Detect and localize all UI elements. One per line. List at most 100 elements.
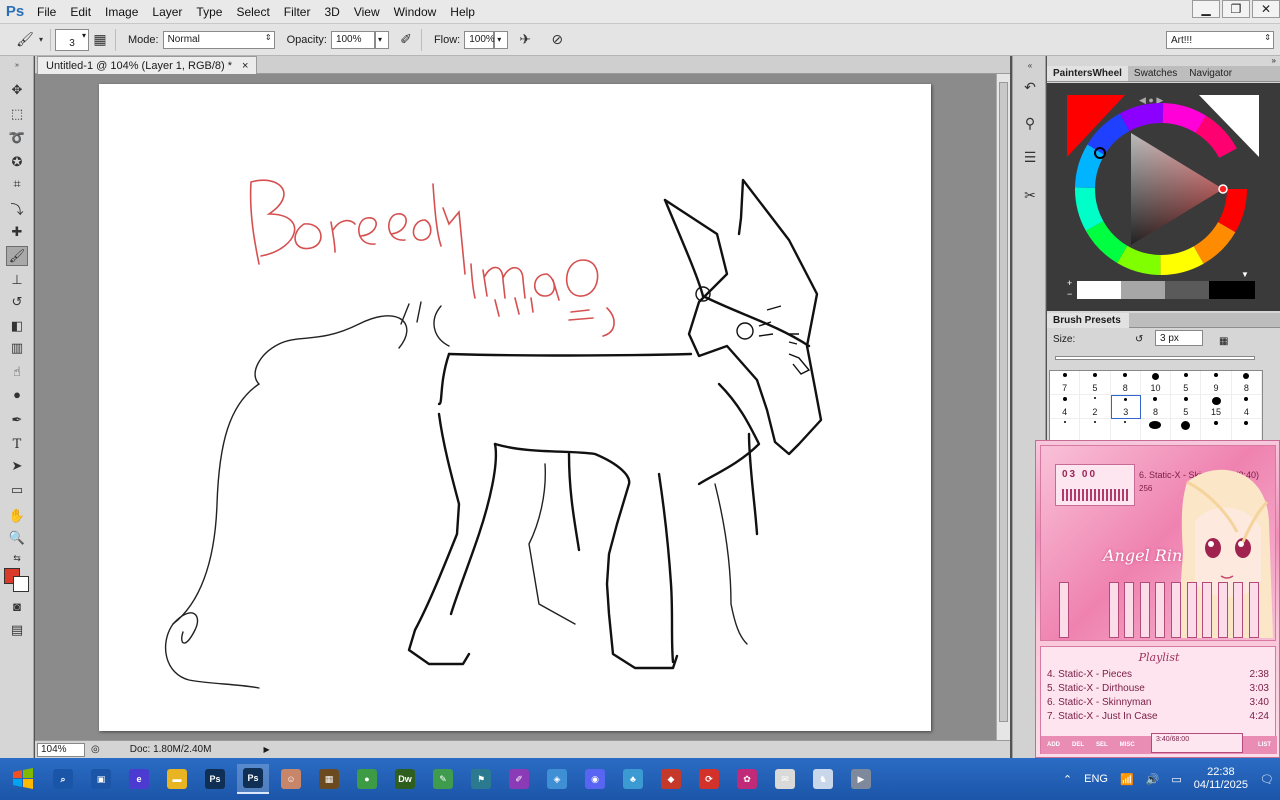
taskbar-app-app-19[interactable]: ✿ bbox=[731, 764, 763, 794]
volume-icon[interactable]: 🔊 bbox=[1146, 773, 1160, 786]
brush-panel-icon[interactable]: ⚲ bbox=[1019, 112, 1041, 134]
workspace-select[interactable]: Art!!! ⇕ bbox=[1166, 31, 1274, 49]
flow-input[interactable]: 100% bbox=[464, 30, 495, 49]
battery-icon[interactable]: ▭ bbox=[1171, 773, 1181, 786]
smudge-tool-icon[interactable]: ☝ bbox=[6, 362, 28, 382]
brush-size-input[interactable]: 3 px bbox=[1155, 330, 1203, 346]
language-indicator[interactable]: ENG bbox=[1084, 773, 1108, 785]
brush-preset-selected[interactable]: 3 bbox=[1110, 395, 1141, 419]
taskbar-app-app-18[interactable]: ⟳ bbox=[693, 764, 725, 794]
brush-preset[interactable]: 10 bbox=[1140, 371, 1172, 395]
preset-dropdown-arrow-icon[interactable]: ▾ bbox=[36, 29, 46, 51]
eq-slider[interactable] bbox=[1248, 582, 1259, 638]
playlist-sel-button[interactable]: SEL bbox=[1090, 742, 1114, 748]
flow-dropdown[interactable]: ▾ bbox=[494, 30, 509, 49]
eq-slider[interactable] bbox=[1108, 582, 1119, 638]
healing-brush-tool-icon[interactable]: ✚ bbox=[6, 222, 28, 242]
document-tab[interactable]: Untitled-1 @ 104% (Layer 1, RGB/8) * × bbox=[37, 56, 258, 74]
taskbar-app-app-11[interactable]: ✎ bbox=[427, 764, 459, 794]
brush-preset[interactable]: 7 bbox=[1050, 371, 1081, 395]
eq-slider[interactable] bbox=[1202, 582, 1213, 638]
playlist-item[interactable]: 7. Static-X - Just In Case 4:24 bbox=[1047, 711, 1269, 722]
status-expand-icon[interactable]: ▶ bbox=[263, 745, 269, 754]
eq-slider[interactable] bbox=[1217, 582, 1228, 638]
brush-preset[interactable]: 4 bbox=[1231, 395, 1262, 419]
taskbar-app-app-13[interactable]: ✐ bbox=[503, 764, 535, 794]
pressure-opacity-icon[interactable]: ✐ bbox=[395, 29, 417, 51]
brush-preset[interactable]: 15 bbox=[1201, 395, 1232, 419]
zoom-tool-icon[interactable]: 🔍 bbox=[6, 528, 28, 548]
gradient-tool-icon[interactable]: ▥ bbox=[6, 338, 28, 358]
taskbar-app-app-16[interactable]: ♣ bbox=[617, 764, 649, 794]
wifi-icon[interactable]: 📶 bbox=[1120, 773, 1134, 786]
menu-window[interactable]: Window bbox=[387, 0, 444, 24]
restore-button[interactable]: ❐ bbox=[1222, 0, 1250, 18]
menu-view[interactable]: View bbox=[347, 0, 387, 24]
taskbar-app-app-14[interactable]: ◈ bbox=[541, 764, 573, 794]
wheel-options-icon[interactable]: ▼ bbox=[1241, 270, 1249, 279]
vertical-scrollbar[interactable] bbox=[996, 74, 1010, 740]
menu-help[interactable]: Help bbox=[443, 0, 482, 24]
playlist-item[interactable]: 6. Static-X - Skinnyman 3:40 bbox=[1047, 697, 1269, 708]
tone-picker-marker[interactable] bbox=[1218, 184, 1228, 194]
screen-mode-icon[interactable]: ▤ bbox=[6, 620, 28, 640]
value-swatch-2[interactable] bbox=[1121, 281, 1165, 299]
airbrush-icon[interactable]: ✈ bbox=[514, 29, 536, 51]
vertical-scrollbar-thumb[interactable] bbox=[999, 82, 1008, 722]
quick-select-tool-icon[interactable]: ✪ bbox=[6, 152, 28, 172]
taskbar-app-photoshop-1[interactable]: Ps bbox=[199, 764, 231, 794]
brush-presets-title[interactable]: Brush Presets bbox=[1047, 313, 1129, 328]
brush-preset[interactable]: 5 bbox=[1080, 371, 1111, 395]
taskbar-app-discord[interactable]: ◉ bbox=[579, 764, 611, 794]
tab-painterswheel[interactable]: PaintersWheel bbox=[1047, 66, 1128, 81]
status-menu-icon[interactable]: ◎ bbox=[91, 744, 100, 755]
taskbar-app-search[interactable]: ⌕ bbox=[47, 764, 79, 794]
close-icon[interactable]: × bbox=[242, 60, 248, 72]
background-color-swatch[interactable] bbox=[13, 576, 29, 592]
taskbar-app-dreamweaver[interactable]: Dw bbox=[389, 764, 421, 794]
hand-tool-icon[interactable]: ✋ bbox=[6, 506, 28, 526]
eq-slider[interactable] bbox=[1124, 582, 1135, 638]
canvas[interactable] bbox=[99, 84, 931, 731]
eq-slider[interactable] bbox=[1139, 582, 1150, 638]
brush-panel-toggle-icon[interactable]: ▦ bbox=[89, 29, 111, 51]
taskbar-app-task-view[interactable]: ▣ bbox=[85, 764, 117, 794]
value-swatch-3[interactable] bbox=[1165, 281, 1209, 299]
eq-slider[interactable] bbox=[1170, 582, 1181, 638]
menu-type[interactable]: Type bbox=[189, 0, 229, 24]
menu-3d[interactable]: 3D bbox=[317, 0, 346, 24]
playlist-misc-button[interactable]: MISC bbox=[1114, 742, 1141, 748]
eyedropper-tool-icon[interactable]: ⤵ bbox=[6, 198, 28, 218]
menu-edit[interactable]: Edit bbox=[63, 0, 98, 24]
clock[interactable]: 22:38 04/11/2025 bbox=[1194, 766, 1248, 792]
minus-icon[interactable]: − bbox=[1067, 289, 1072, 299]
eraser-tool-icon[interactable]: ◧ bbox=[6, 316, 28, 336]
path-select-tool-icon[interactable]: ➤ bbox=[6, 456, 28, 476]
brush-preset[interactable]: 5 bbox=[1171, 395, 1202, 419]
reset-size-icon[interactable]: ↺ bbox=[1135, 334, 1143, 345]
minimize-button[interactable]: ▁ bbox=[1192, 0, 1220, 18]
color-wheel[interactable]: ◀ ● ▶ ▼ + − bbox=[1047, 83, 1280, 311]
swap-colors-icon[interactable]: ⇆ bbox=[6, 548, 28, 568]
taskbar-app-app-9[interactable]: ● bbox=[351, 764, 383, 794]
brush-tool-icon[interactable]: 🖌 bbox=[6, 246, 28, 266]
tab-swatches[interactable]: Swatches bbox=[1128, 66, 1183, 81]
brush-panel-icon[interactable]: ▦ bbox=[1219, 336, 1228, 347]
taskbar-app-app-12[interactable]: ⚑ bbox=[465, 764, 497, 794]
eq-slider[interactable] bbox=[1186, 582, 1197, 638]
brush-preset[interactable]: 8 bbox=[1110, 371, 1141, 395]
playlist-del-button[interactable]: DEL bbox=[1066, 742, 1090, 748]
menu-layer[interactable]: Layer bbox=[145, 0, 189, 24]
crop-tool-icon[interactable]: ⌗ bbox=[6, 174, 28, 194]
move-tool-icon[interactable]: ✥ bbox=[6, 80, 28, 100]
taskbar-app-photoshop-2[interactable]: Ps bbox=[237, 764, 269, 794]
menu-select[interactable]: Select bbox=[229, 0, 276, 24]
menu-image[interactable]: Image bbox=[98, 0, 145, 24]
collapse-arrows-icon[interactable]: « bbox=[1019, 60, 1041, 70]
brush-preset[interactable]: 2 bbox=[1080, 395, 1111, 419]
playlist-add-button[interactable]: ADD bbox=[1041, 742, 1066, 748]
taskbar-app-app-22[interactable]: ▶ bbox=[845, 764, 877, 794]
brush-tool-preset-icon[interactable]: 🖌 bbox=[14, 29, 36, 51]
brush-size-picker[interactable]: 3 ▾ bbox=[55, 28, 89, 51]
collapse-arrows-icon[interactable]: » bbox=[1272, 56, 1276, 65]
